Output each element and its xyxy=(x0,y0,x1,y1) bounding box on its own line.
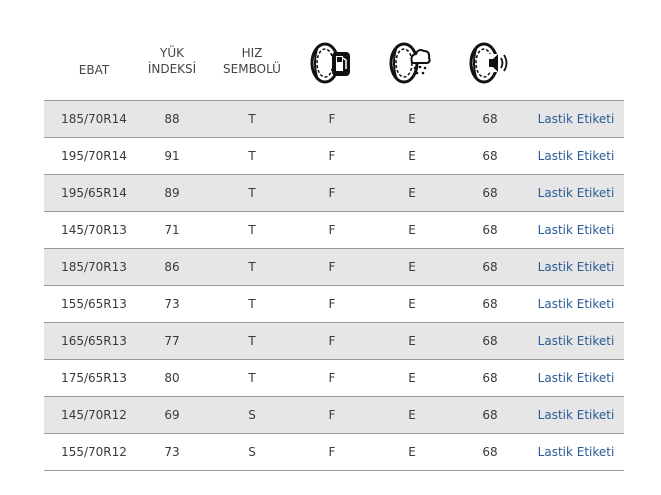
cell-load-index: 91 xyxy=(164,149,180,163)
cell-ebat: 195/65R14 xyxy=(61,186,127,200)
tire-label-link[interactable]: Lastik Etiketi xyxy=(528,212,624,248)
tire-label-link[interactable]: Lastik Etiketi xyxy=(528,323,624,359)
cell-ebat: 155/70R12 xyxy=(61,445,127,459)
cell-load-index: 73 xyxy=(164,445,180,459)
cell-wet-grip-class: E xyxy=(408,223,416,237)
cell-load-index: 89 xyxy=(164,186,180,200)
cell-noise-db: 68 xyxy=(482,223,498,237)
cell-wet-grip-class: E xyxy=(408,149,416,163)
cell-wet-grip-class: E xyxy=(408,408,416,422)
cell-speed-symbol: T xyxy=(248,371,256,385)
cell-ebat: 175/65R13 xyxy=(61,371,127,385)
table-row: 175/65R13 80 T F E 68 Lastik Etiketi xyxy=(44,360,624,397)
column-header-load-index-line2: İNDEKSİ xyxy=(147,62,197,76)
cell-fuel-class: F xyxy=(328,223,336,237)
cell-noise-db: 68 xyxy=(482,334,498,348)
table-row: 145/70R13 71 T F E 68 Lastik Etiketi xyxy=(44,212,624,249)
cell-load-index: 80 xyxy=(164,371,180,385)
tire-label-link[interactable]: Lastik Etiketi xyxy=(528,175,624,211)
cell-speed-symbol: T xyxy=(248,186,256,200)
cell-noise-db: 68 xyxy=(482,371,498,385)
table-row: 155/70R12 73 S F E 68 Lastik Etiketi xyxy=(44,434,624,471)
tire-label-link[interactable]: Lastik Etiketi xyxy=(528,360,624,396)
column-header-speed-symbol-line1: HIZ xyxy=(241,46,263,60)
cell-speed-symbol: T xyxy=(248,149,256,163)
tire-label-link[interactable]: Lastik Etiketi xyxy=(528,397,624,433)
table-row: 155/65R13 73 T F E 68 Lastik Etiketi xyxy=(44,286,624,323)
table-row: 185/70R14 88 T F E 68 Lastik Etiketi xyxy=(44,101,624,138)
cell-speed-symbol: T xyxy=(248,260,256,274)
cell-noise-db: 68 xyxy=(482,149,498,163)
cell-speed-symbol: T xyxy=(248,112,256,126)
column-header-speed-symbol: HIZ SEMBOLÜ xyxy=(210,45,294,77)
table-row: 185/70R13 86 T F E 68 Lastik Etiketi xyxy=(44,249,624,286)
tire-noise-icon xyxy=(468,42,512,84)
cell-fuel-class: F xyxy=(328,149,336,163)
cell-wet-grip-class: E xyxy=(408,371,416,385)
cell-speed-symbol: S xyxy=(248,408,256,422)
cell-load-index: 69 xyxy=(164,408,180,422)
cell-ebat: 145/70R12 xyxy=(61,408,127,422)
tire-label-link[interactable]: Lastik Etiketi xyxy=(528,249,624,285)
cell-wet-grip-class: E xyxy=(408,334,416,348)
column-header-ebat: EBAT xyxy=(44,62,144,78)
cell-load-index: 73 xyxy=(164,297,180,311)
table-row: 195/65R14 89 T F E 68 Lastik Etiketi xyxy=(44,175,624,212)
cell-fuel-class: F xyxy=(328,371,336,385)
cell-load-index: 88 xyxy=(164,112,180,126)
cell-wet-grip-class: E xyxy=(408,297,416,311)
cell-wet-grip-class: E xyxy=(408,260,416,274)
cell-ebat: 155/65R13 xyxy=(61,297,127,311)
cell-noise-db: 68 xyxy=(482,408,498,422)
cell-ebat: 185/70R14 xyxy=(61,112,127,126)
cell-speed-symbol: T xyxy=(248,297,256,311)
cell-load-index: 71 xyxy=(164,223,180,237)
cell-ebat: 145/70R13 xyxy=(61,223,127,237)
cell-noise-db: 68 xyxy=(482,260,498,274)
tire-label-link[interactable]: Lastik Etiketi xyxy=(528,286,624,322)
cell-fuel-class: F xyxy=(328,186,336,200)
cell-ebat: 195/70R14 xyxy=(61,149,127,163)
cell-load-index: 77 xyxy=(164,334,180,348)
table-row: 165/65R13 77 T F E 68 Lastik Etiketi xyxy=(44,323,624,360)
cell-fuel-class: F xyxy=(328,112,336,126)
tire-spec-table: EBAT YÜK İNDEKSİ HIZ SEMBOLÜ 185/70R14 8… xyxy=(44,30,624,471)
cell-wet-grip-class: E xyxy=(408,186,416,200)
tire-label-link[interactable]: Lastik Etiketi xyxy=(528,434,624,470)
cell-speed-symbol: S xyxy=(248,445,256,459)
column-header-speed-symbol-line2: SEMBOLÜ xyxy=(223,62,281,76)
cell-wet-grip-class: E xyxy=(408,112,416,126)
cell-load-index: 86 xyxy=(164,260,180,274)
cell-fuel-class: F xyxy=(328,334,336,348)
cell-fuel-class: F xyxy=(328,260,336,274)
tire-label-link[interactable]: Lastik Etiketi xyxy=(528,101,624,137)
cell-wet-grip-class: E xyxy=(408,445,416,459)
tire-wet-grip-icon xyxy=(388,42,432,84)
cell-noise-db: 68 xyxy=(482,186,498,200)
table-row: 195/70R14 91 T F E 68 Lastik Etiketi xyxy=(44,138,624,175)
table-header: EBAT YÜK İNDEKSİ HIZ SEMBOLÜ xyxy=(44,30,624,101)
column-header-load-index: YÜK İNDEKSİ xyxy=(130,45,214,77)
tire-fuel-icon xyxy=(308,42,352,84)
cell-fuel-class: F xyxy=(328,408,336,422)
table-body: 185/70R14 88 T F E 68 Lastik Etiketi 195… xyxy=(44,101,624,471)
cell-speed-symbol: T xyxy=(248,223,256,237)
cell-speed-symbol: T xyxy=(248,334,256,348)
cell-noise-db: 68 xyxy=(482,445,498,459)
cell-noise-db: 68 xyxy=(482,112,498,126)
cell-fuel-class: F xyxy=(328,297,336,311)
column-header-load-index-line1: YÜK xyxy=(160,46,184,60)
tire-label-link[interactable]: Lastik Etiketi xyxy=(528,138,624,174)
column-header-ebat-label: EBAT xyxy=(78,63,110,77)
table-row: 145/70R12 69 S F E 68 Lastik Etiketi xyxy=(44,397,624,434)
cell-ebat: 185/70R13 xyxy=(61,260,127,274)
cell-ebat: 165/65R13 xyxy=(61,334,127,348)
cell-noise-db: 68 xyxy=(482,297,498,311)
cell-fuel-class: F xyxy=(328,445,336,459)
